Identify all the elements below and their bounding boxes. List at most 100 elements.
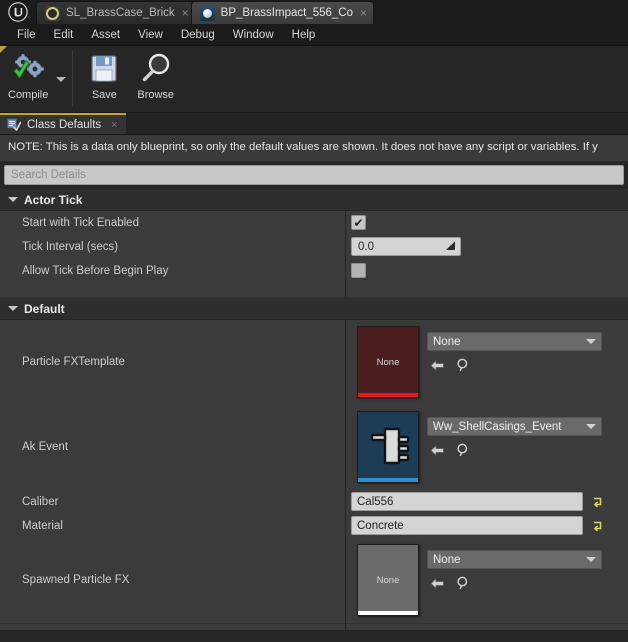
data-only-blueprint-note: NOTE: This is a data only blueprint, so … [0,135,628,162]
property-value: Ww_ShellCasings_Event [345,405,628,489]
triangle-down-icon [8,197,18,202]
asset-thumbnail[interactable] [357,411,419,483]
unreal-blueprint-editor-window: SL_BrassCase_Brick × BP_BrassImpact_556_… [0,0,628,642]
subtab-label: Class Defaults [27,118,102,131]
thumbnail-label: None [376,574,400,586]
asset-thumbnail[interactable]: None [357,326,419,398]
tab-class-defaults[interactable]: Class Defaults × [0,113,126,134]
browse-button[interactable]: Browse [129,46,182,101]
asset-buttons [427,575,602,591]
property-label: Spawned Particle FX [22,574,130,586]
particle-fx-template-combo[interactable]: None [427,332,602,351]
editor-toolbar: Compile Save Browse [0,46,628,113]
property-row-allow-tick-before-begin-play: Allow Tick Before Begin Play [0,259,628,283]
property-value: ✔ [345,211,628,235]
reset-to-default-icon[interactable] [591,495,604,508]
tab-sl-brasscase-brick[interactable]: SL_BrassCase_Brick × [36,1,196,24]
property-row-ak-event: Ak Event Ww_ShellCasings_Event [0,405,628,490]
tab-label: SL_BrassCase_Brick [66,7,175,19]
property-value: None None [345,538,628,622]
start-with-tick-enabled-checkbox[interactable]: ✔ [351,215,366,230]
editor-subtab-bar: Class Defaults × [0,113,628,135]
magnifier-icon[interactable] [455,575,471,591]
asset-picker: None None [351,320,602,404]
category-title: Default [24,301,65,316]
toolbar-separator [72,50,74,106]
asset-controls: Ww_ShellCasings_Event [427,411,602,458]
asset-buttons [427,357,602,373]
column-divider[interactable] [345,189,346,638]
tick-interval-input[interactable]: 0.0 [351,237,461,256]
thumbnail-label: None [376,356,400,368]
menu-item-window[interactable]: Window [224,27,283,43]
magnifier-icon [139,51,173,86]
property-row-material: Material Concrete [0,514,628,538]
triangle-down-icon [8,306,18,311]
menu-item-view[interactable]: View [129,27,172,43]
category-title: Actor Tick [24,192,83,207]
menu-item-help[interactable]: Help [283,27,325,43]
compile-button-group: Compile [0,46,67,101]
allow-tick-before-begin-play-checkbox[interactable] [351,263,366,278]
category-header-actor-tick[interactable]: Actor Tick [0,189,628,211]
arrow-left-icon[interactable] [429,357,445,373]
unreal-engine-logo-icon [0,0,36,24]
menu-bar: File Edit Asset View Debug Window Help [0,24,628,46]
material-input[interactable]: Concrete [351,516,583,535]
tick-interval-value: 0.0 [358,240,374,253]
property-value: 0.0 [345,235,628,259]
wwise-ak-event-icon [366,423,410,472]
menu-item-debug[interactable]: Debug [172,27,224,43]
property-row-particle-fx-template: Particle FXTemplate None None [0,320,628,405]
arrow-left-icon[interactable] [429,575,445,591]
tab-bp-brassimpact-556[interactable]: BP_BrassImpact_556_Co × [190,1,375,24]
chevron-down-icon [586,557,596,562]
asset-type-color-bar [358,611,418,615]
magnifier-icon[interactable] [455,357,471,373]
compile-button[interactable]: Compile [0,46,56,101]
property-row-spawned-particle-fx: Spawned Particle FX None None [0,538,628,623]
static-mesh-icon [45,5,60,21]
save-button[interactable]: Save [79,46,129,101]
close-icon[interactable]: × [182,7,189,19]
divider-line [0,623,628,624]
window-tab-bar: SL_BrassCase_Brick × BP_BrassImpact_556_… [0,0,628,24]
caliber-input[interactable]: Cal556 [351,492,583,511]
combo-value: None [433,553,461,566]
property-label: Material [22,519,63,532]
property-label: Allow Tick Before Begin Play [22,264,169,277]
reset-to-default-icon[interactable] [591,519,604,532]
spinner-drag-icon[interactable] [445,240,456,254]
details-panel: Actor Tick Start with Tick Enabled ✔ Tic… [0,189,628,638]
spawned-particle-fx-combo[interactable]: None [427,550,602,569]
menu-item-file[interactable]: File [8,27,45,43]
asset-type-color-bar [358,478,418,482]
chevron-down-icon [586,339,596,344]
floppy-disk-icon [87,51,121,86]
property-row-start-with-tick-enabled: Start with Tick Enabled ✔ [0,211,628,235]
close-icon[interactable]: × [360,7,367,19]
search-input[interactable] [4,165,624,185]
property-row-tick-interval: Tick Interval (secs) 0.0 [0,235,628,259]
asset-thumbnail[interactable]: None [357,544,419,616]
menu-item-edit[interactable]: Edit [45,27,83,43]
panel-bottom-edge [0,630,628,638]
section-spacer [0,283,628,297]
close-icon[interactable]: × [111,119,117,131]
property-value: Cal556 [345,490,628,514]
category-header-default[interactable]: Default [0,298,628,320]
search-details-row [0,162,628,189]
tab-label: BP_BrassImpact_556_Co [220,7,353,19]
ak-event-combo[interactable]: Ww_ShellCasings_Event [427,417,602,436]
combo-value: Ww_ShellCasings_Event [433,420,562,433]
compile-label: Compile [8,89,49,101]
chevron-down-icon[interactable] [56,77,67,82]
property-label: Tick Interval (secs) [22,240,119,253]
class-defaults-icon [7,118,22,131]
asset-controls: None [427,326,602,373]
asset-controls: None [427,544,602,591]
arrow-left-icon[interactable] [429,442,445,458]
asset-picker: None None [351,538,602,622]
magnifier-icon[interactable] [455,442,471,458]
menu-item-asset[interactable]: Asset [82,27,129,43]
